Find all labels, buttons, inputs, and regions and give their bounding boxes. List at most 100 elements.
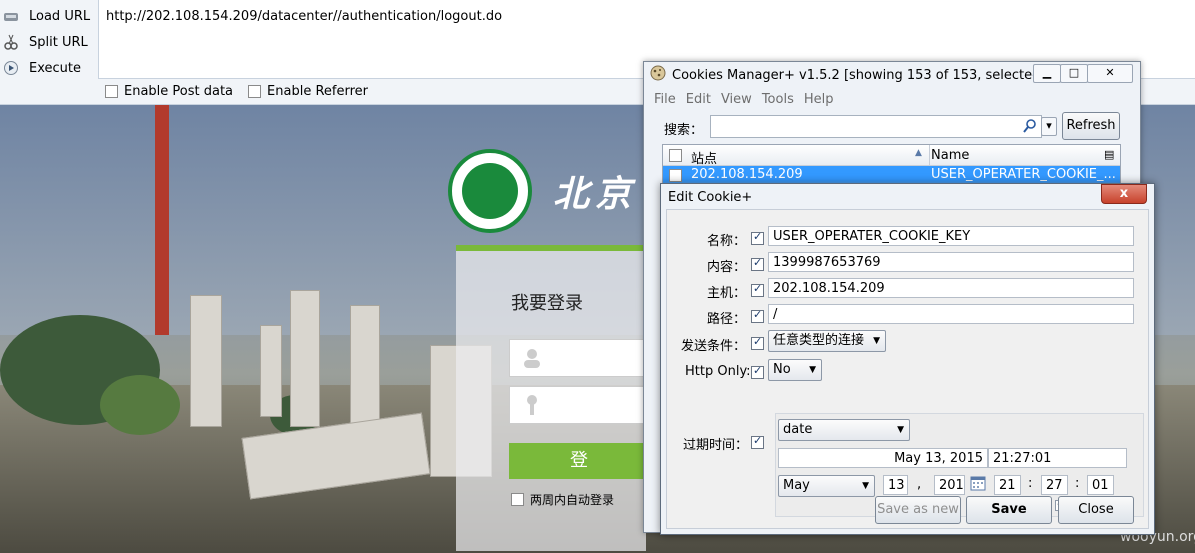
expire-year-input[interactable]: 2015 [934,475,965,495]
execute-button[interactable]: Execute [0,57,81,79]
name-checkbox[interactable] [751,230,764,245]
calendar-icon[interactable] [970,475,986,495]
name-label: 名称： [707,234,747,249]
menu-edit[interactable]: Edit [686,92,711,107]
menu-tools[interactable]: Tools [762,92,794,107]
expire-date-input[interactable]: May 13, 2015 [778,448,988,468]
expire-hour-input[interactable]: 21 [994,475,1021,495]
httponly-value: No [773,362,791,377]
name-input[interactable]: USER_OPERATER_COOKIE_KEY [768,226,1134,246]
row-name: USER_OPERATER_COOKIE_... [931,167,1116,182]
enable-post-checkbox[interactable] [105,85,118,98]
login-title: 我要登录 [511,293,583,314]
login-card: 我要登录 登 两周内自动登录 [456,245,651,551]
host-label: 主机： [707,286,747,301]
chevron-down-icon: ▼ [862,481,869,491]
column-picker-icon[interactable]: ▤ [1104,148,1114,161]
host-input[interactable]: 202.108.154.209 [768,278,1134,298]
dialog-close-button[interactable]: x [1101,184,1147,204]
remember-checkbox[interactable] [511,493,524,506]
menu-file[interactable]: File [654,92,676,107]
expire-checkbox[interactable] [751,434,764,449]
password-input[interactable] [509,386,651,424]
expire-month-select[interactable]: May ▼ [778,475,875,497]
hackbar-options: Enable Post data Enable Referrer [105,84,368,99]
close-icon: x [1119,186,1129,201]
ruin-column [290,290,320,427]
ruin-column [260,325,282,417]
refresh-button[interactable]: Refresh [1062,112,1120,140]
ruin-column [190,295,222,427]
username-input[interactable] [509,339,651,377]
save-as-new-button[interactable]: Save as new [875,496,961,524]
send-condition-label: 发送条件： [681,339,747,354]
expire-second-input[interactable]: 01 [1087,475,1114,495]
chevron-down-icon: ▼ [897,425,904,435]
httponly-select[interactable]: No ▼ [768,359,822,381]
search-dropdown-button[interactable]: ▾ [1041,117,1057,136]
beijing-logo-icon [448,149,532,233]
column-name[interactable]: Name [931,148,969,163]
split-url-label: Split URL [29,34,88,50]
minimize-button[interactable]: ▁ [1033,64,1061,83]
cookie-search-input[interactable] [710,115,1042,138]
edit-cookie-form: 名称： USER_OPERATER_COOKIE_KEY 内容： 1399987… [666,209,1149,529]
split-url-button[interactable]: Split URL [0,31,88,53]
row-checkbox[interactable] [669,169,682,182]
path-input[interactable]: / [768,304,1134,324]
maximize-button[interactable]: □ [1060,64,1088,83]
expire-month-value: May [783,478,810,493]
send-condition-value: 任意类型的连接 [773,333,865,348]
enable-referrer-checkbox[interactable] [248,85,262,98]
search-icon [1023,119,1036,133]
menu-view[interactable]: View [721,92,752,107]
chevron-down-icon: ▼ [809,365,816,375]
tree-cluster [100,375,180,435]
expire-minute-input[interactable]: 27 [1041,475,1068,495]
save-button[interactable]: Save [966,496,1052,524]
enable-post-label: Enable Post data [124,84,234,99]
content-checkbox[interactable] [751,256,764,271]
send-condition-checkbox[interactable] [751,335,764,350]
load-url-button[interactable]: Load URL [0,5,90,27]
url-value: http://202.108.154.209/datacenter//authe… [106,9,503,24]
comma-separator: , [917,477,922,492]
content-input[interactable]: 1399987653769 [768,252,1134,272]
expire-time-input[interactable]: 21:27:01 [988,448,1127,468]
hackbar-sidebar: Load URL Split URL Execute [0,0,98,104]
column-divider [929,145,930,165]
play-icon [3,60,19,76]
menu-help[interactable]: Help [804,92,834,107]
path-checkbox[interactable] [751,308,764,323]
cookie-list-header: 站点 ▲ Name ▤ [663,145,1120,167]
expire-label: 过期时间： [683,438,749,453]
expire-type-value: date [783,422,813,437]
column-site[interactable]: 站点 [691,148,717,167]
row-site: 202.108.154.209 [691,167,803,182]
search-label: 搜索： [664,123,704,138]
chevron-down-icon: ▼ [873,336,880,346]
cookies-manager-menubar: File Edit View Tools Help [654,92,843,107]
load-url-icon [3,8,19,24]
remember-row: 两周内自动登录 [511,491,614,508]
enable-referrer-label: Enable Referrer [267,84,368,99]
content-label: 内容： [707,260,747,275]
send-condition-select[interactable]: 任意类型的连接 ▼ [768,330,886,352]
close-button[interactable]: Close [1058,496,1134,524]
path-label: 路径： [707,312,747,327]
red-banner-pole [155,105,169,335]
expire-day-input[interactable]: 13 [883,475,908,495]
host-checkbox[interactable] [751,282,764,297]
ruin-column [350,305,380,427]
execute-label: Execute [29,60,81,76]
httponly-label: Http Only: [685,364,751,379]
select-all-checkbox[interactable] [669,149,682,162]
cookie-row-selected[interactable]: 202.108.154.209 USER_OPERATER_COOKIE_... [663,166,1120,184]
login-button[interactable]: 登 [509,443,649,479]
expire-type-select[interactable]: date ▼ [778,419,910,441]
window-close-button[interactable]: ✕ [1087,64,1133,83]
sort-ascending-icon: ▲ [915,148,922,158]
key-icon [527,395,537,415]
remember-label: 两周内自动登录 [530,493,615,507]
httponly-checkbox[interactable] [751,364,764,379]
